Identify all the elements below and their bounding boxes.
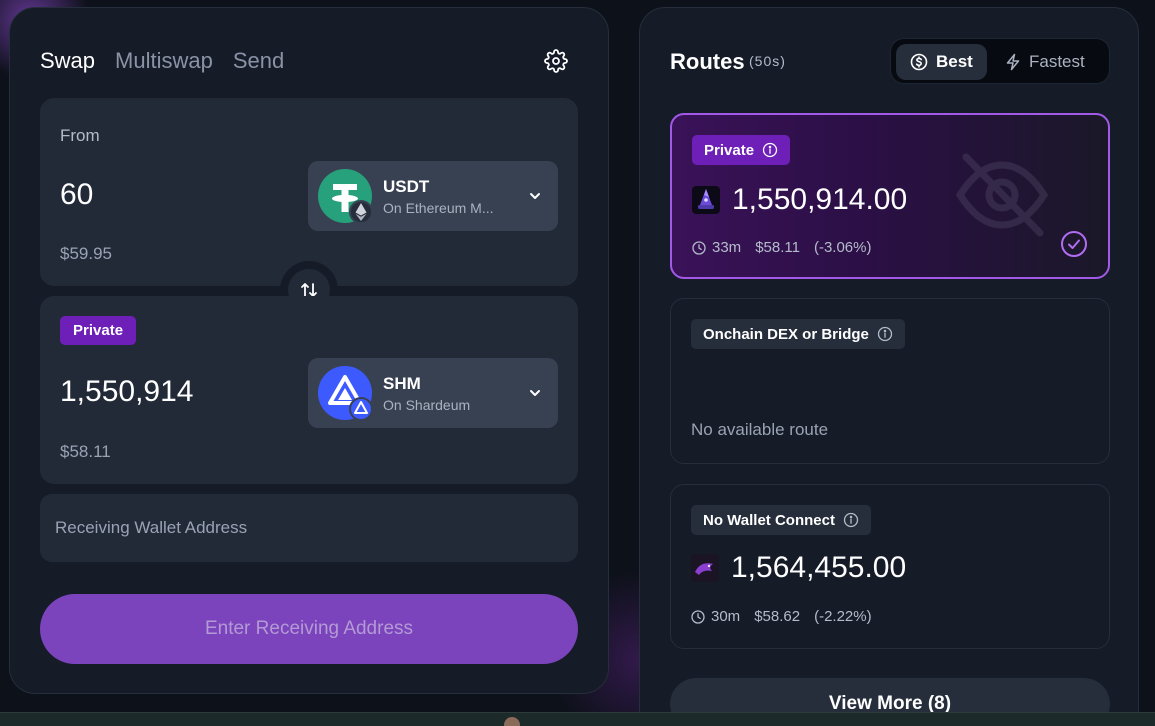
tab-swap[interactable]: Swap — [40, 48, 95, 74]
private-badge: Private — [60, 316, 137, 345]
from-amount-input[interactable]: 60 — [60, 178, 93, 212]
route-output-amount: 1,564,455.00 — [731, 551, 907, 584]
info-icon[interactable] — [877, 326, 893, 342]
from-usd-value: $59.95 — [60, 244, 112, 263]
avatar[interactable] — [504, 717, 520, 726]
swap-panel: Swap Multiswap Send From 60 $59.95 USDT … — [9, 7, 609, 694]
clock-icon — [692, 240, 706, 255]
route-tag-label: No Wallet Connect — [703, 511, 835, 529]
route-card-onchain[interactable]: Onchain DEX or Bridge No available route — [670, 298, 1110, 464]
route-time: 30m — [711, 608, 741, 625]
sort-fastest-label: Fastest — [1029, 52, 1085, 71]
sort-best-label: Best — [936, 52, 973, 71]
routes-panel: Routes (50s) Best Fastest Private 1,550,… — [639, 7, 1139, 726]
route-tag: No Wallet Connect — [691, 505, 871, 535]
receiving-address-input[interactable] — [40, 494, 578, 562]
provider-wizard-icon — [692, 186, 720, 214]
clock-icon — [691, 609, 705, 624]
sort-fastest-button[interactable]: Fastest — [991, 44, 1106, 80]
route-time: 33m — [712, 239, 742, 256]
taskbar — [0, 712, 1155, 726]
route-usd: $58.11 — [755, 239, 800, 256]
route-tag-label: Onchain DEX or Bridge — [703, 325, 869, 343]
lightning-icon — [1006, 53, 1020, 71]
route-tag: Private — [692, 135, 791, 165]
sort-best-button[interactable]: Best — [896, 44, 987, 80]
to-card: Private 1,550,914 $58.11 SHM On Shardeum — [40, 296, 578, 484]
from-card: From 60 $59.95 USDT On Ethereum M... — [40, 98, 578, 286]
routes-title: Routes — [670, 49, 745, 74]
from-token-network: On Ethereum M... — [383, 200, 494, 216]
from-token-symbol: USDT — [383, 177, 430, 196]
to-amount: 1,550,914 — [60, 375, 194, 408]
route-tag: Onchain DEX or Bridge — [691, 319, 905, 349]
route-amount-row: 1,564,455.00 — [691, 551, 906, 585]
to-token-selector[interactable]: SHM On Shardeum — [308, 358, 558, 428]
from-label: From — [60, 126, 100, 145]
tab-send[interactable]: Send — [233, 48, 284, 74]
no-route-message: No available route — [691, 420, 829, 439]
chevron-down-icon — [530, 193, 540, 199]
eye-off-icon — [955, 153, 1049, 237]
route-change: (-3.06%) — [813, 239, 872, 256]
to-usd-value: $58.11 — [60, 442, 111, 461]
route-usd: $58.62 — [754, 608, 801, 625]
dollar-icon — [910, 53, 928, 71]
refresh-timer: (50s) — [749, 53, 786, 69]
tab-multiswap[interactable]: Multiswap — [115, 48, 213, 74]
info-icon[interactable] — [843, 512, 859, 528]
route-output-amount: 1,550,914.00 — [732, 183, 908, 216]
route-amount-row: 1,550,914.00 — [692, 183, 907, 217]
check-circle-icon — [1061, 231, 1087, 257]
chevron-down-icon — [530, 390, 540, 396]
route-change: (-2.22%) — [814, 608, 872, 625]
to-token-network: On Shardeum — [383, 397, 471, 413]
route-card-no-wallet[interactable]: No Wallet Connect 1,564,455.00 30m $58.6… — [670, 484, 1110, 649]
gear-icon[interactable] — [544, 49, 568, 73]
route-meta: 33m $58.11 (-3.06%) — [692, 239, 871, 256]
usdt-token-icon — [318, 169, 372, 223]
shm-token-icon — [318, 366, 372, 420]
route-sort-toggle: Best Fastest — [890, 38, 1110, 84]
route-card-private[interactable]: Private 1,550,914.00 33m $58.11 (-3.06%) — [670, 113, 1110, 279]
provider-dragon-icon — [691, 554, 719, 582]
from-token-selector[interactable]: USDT On Ethereum M... — [308, 161, 558, 231]
route-meta: 30m $58.62 (-2.22%) — [691, 608, 872, 625]
info-icon[interactable] — [762, 142, 778, 158]
route-tag-label: Private — [704, 141, 755, 159]
swap-tabs: Swap Multiswap Send — [40, 48, 284, 74]
to-token-symbol: SHM — [383, 374, 421, 393]
enter-address-button[interactable]: Enter Receiving Address — [40, 594, 578, 664]
